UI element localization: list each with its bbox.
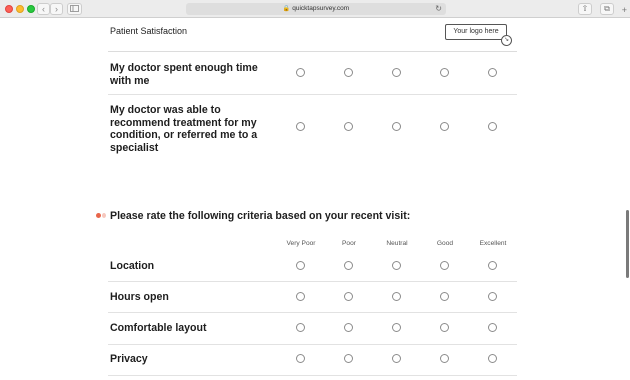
divider [108,375,517,376]
row-label-privacy: Privacy [110,353,148,365]
question-label-line: My doctor was able to [110,104,221,116]
radio-poor[interactable] [344,122,353,131]
question-label: My doctor spent enough time with me [110,62,258,87]
required-indicator-glow [102,213,106,218]
browser-toolbar: ‹ › 🔒 quicktapsurvey.com ↻ ⇧ ⧉ + [0,0,630,18]
divider [108,312,517,313]
radio-very-poor[interactable] [296,68,305,77]
radio-layout-poor[interactable] [344,323,353,332]
radio-privacy-poor[interactable] [344,354,353,363]
sidebar-toggle-button[interactable] [67,3,82,15]
matrix-question-prompt: Please rate the following criteria based… [110,210,411,222]
divider [108,344,517,345]
radio-poor[interactable] [344,68,353,77]
radio-layout-very-poor[interactable] [296,323,305,332]
logo-placeholder-text: Your logo here [453,28,499,35]
radio-hours-neutral[interactable] [392,292,401,301]
edit-corner-icon: ↘ [501,35,512,46]
chevron-right-icon: › [55,4,58,14]
reload-icon[interactable]: ↻ [435,3,442,15]
tabs-icon: ⧉ [604,4,610,13]
required-indicator-icon [96,213,101,218]
radio-privacy-good[interactable] [440,354,449,363]
divider [108,94,517,95]
radio-neutral[interactable] [392,68,401,77]
radio-privacy-neutral[interactable] [392,354,401,363]
new-tab-icon[interactable]: + [622,5,627,15]
radio-layout-excellent[interactable] [488,323,497,332]
radio-layout-good[interactable] [440,323,449,332]
radio-layout-neutral[interactable] [392,323,401,332]
radio-location-poor[interactable] [344,261,353,270]
row-label-location: Location [110,260,155,272]
share-button[interactable]: ⇧ [578,3,592,15]
question-label-line: My doctor spent enough time [110,62,258,74]
question-label-line: with me [110,74,150,87]
divider [108,281,517,282]
radio-hours-excellent[interactable] [488,292,497,301]
share-icon: ⇧ [581,4,589,13]
radio-location-neutral[interactable] [392,261,401,270]
radio-location-good[interactable] [440,261,449,270]
question-label-line: recommend treatment for my [110,116,257,129]
radio-good[interactable] [440,68,449,77]
back-button[interactable]: ‹ [37,3,50,15]
radio-location-excellent[interactable] [488,261,497,270]
radio-hours-good[interactable] [440,292,449,301]
divider [108,51,517,52]
column-header: Excellent [479,240,507,247]
radio-hours-poor[interactable] [344,292,353,301]
radio-hours-very-poor[interactable] [296,292,305,301]
url-text: quicktapsurvey.com [292,5,350,12]
minimize-window-icon[interactable] [16,5,24,13]
close-window-icon[interactable] [5,5,13,13]
radio-neutral[interactable] [392,122,401,131]
question-label: My doctor was able to recommend treatmen… [110,104,257,154]
sidebar-icon [70,5,79,12]
lock-icon: 🔒 [282,6,291,12]
zoom-window-icon[interactable] [27,5,35,13]
radio-location-very-poor[interactable] [296,261,305,270]
row-label-hours-open: Hours open [110,291,169,303]
radio-very-poor[interactable] [296,122,305,131]
radio-privacy-excellent[interactable] [488,354,497,363]
radio-excellent[interactable] [488,68,497,77]
question-label-line: condition, or referred me to a [110,129,258,141]
radio-privacy-very-poor[interactable] [296,354,305,363]
tabs-overview-button[interactable]: ⧉ [600,3,614,15]
forward-button[interactable]: › [50,3,63,15]
survey-title: Patient Satisfaction [110,26,188,36]
question-label-line: specialist [110,141,159,154]
radio-excellent[interactable] [488,122,497,131]
survey-header: Patient Satisfaction Your logo here ↘ [0,18,630,48]
chevron-left-icon: ‹ [42,4,45,14]
page-scrollbar[interactable] [626,210,629,278]
logo-placeholder: Your logo here ↘ [445,24,512,46]
radio-good[interactable] [440,122,449,131]
row-label-comfortable-layout: Comfortable layout [110,322,207,334]
address-bar[interactable]: 🔒 quicktapsurvey.com ↻ [186,3,446,15]
